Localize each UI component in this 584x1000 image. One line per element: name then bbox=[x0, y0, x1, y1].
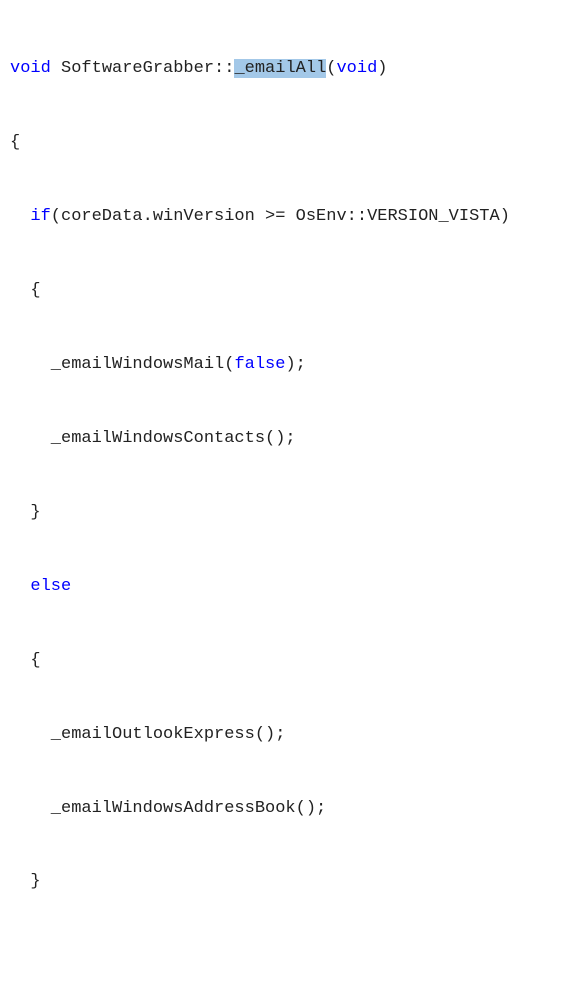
paren-open: ( bbox=[326, 59, 336, 78]
class-name: SoftwareGrabber bbox=[61, 59, 214, 78]
code-line: _emailWindowsMail(false); bbox=[10, 353, 574, 378]
space bbox=[51, 59, 61, 78]
code-line: void SoftwareGrabber::_emailAll(void) bbox=[10, 57, 574, 82]
code-line: { bbox=[10, 131, 574, 156]
brace-open: { bbox=[30, 651, 40, 670]
fn-call: _emailWindowsAddressBook(); bbox=[51, 799, 326, 818]
keyword-void: void bbox=[10, 59, 51, 78]
keyword-else: else bbox=[30, 577, 71, 596]
paren-open: ( bbox=[224, 355, 234, 374]
brace-close: } bbox=[30, 503, 40, 522]
paren-close: ) bbox=[377, 59, 387, 78]
paren-open: ( bbox=[51, 207, 61, 226]
keyword-false: false bbox=[234, 355, 285, 374]
brace-open: { bbox=[30, 281, 40, 300]
code-line: _emailWindowsContacts(); bbox=[10, 427, 574, 452]
cond-right: OsEnv::VERSION_VISTA bbox=[296, 207, 500, 226]
code-line: _emailWindowsAddressBook(); bbox=[10, 797, 574, 822]
code-line: { bbox=[10, 649, 574, 674]
code-line: { bbox=[10, 279, 574, 304]
code-line: _emailOutlookExpress(); bbox=[10, 723, 574, 748]
code-line: } bbox=[10, 501, 574, 526]
fn-call: _emailWindowsMail bbox=[51, 355, 224, 374]
selected-function-name[interactable]: _emailAll bbox=[234, 59, 326, 78]
code-block: void SoftwareGrabber::_emailAll(void) { … bbox=[10, 8, 574, 1000]
cond-left: coreData.winVersion bbox=[61, 207, 265, 226]
brace-open: { bbox=[10, 133, 20, 152]
call-close: ); bbox=[285, 355, 305, 374]
brace-close: } bbox=[30, 872, 40, 891]
code-line: else bbox=[10, 575, 574, 600]
scope-op: :: bbox=[214, 59, 234, 78]
keyword-void: void bbox=[336, 59, 377, 78]
fn-call: _emailOutlookExpress(); bbox=[51, 725, 286, 744]
fn-call: _emailWindowsContacts(); bbox=[51, 429, 296, 448]
paren-close: ) bbox=[500, 207, 510, 226]
code-line: if(coreData.winVersion >= OsEnv::VERSION… bbox=[10, 205, 574, 230]
keyword-if: if bbox=[30, 207, 50, 226]
blank-line bbox=[10, 944, 574, 969]
cond-op: >= bbox=[265, 207, 296, 226]
code-line: } bbox=[10, 870, 574, 895]
